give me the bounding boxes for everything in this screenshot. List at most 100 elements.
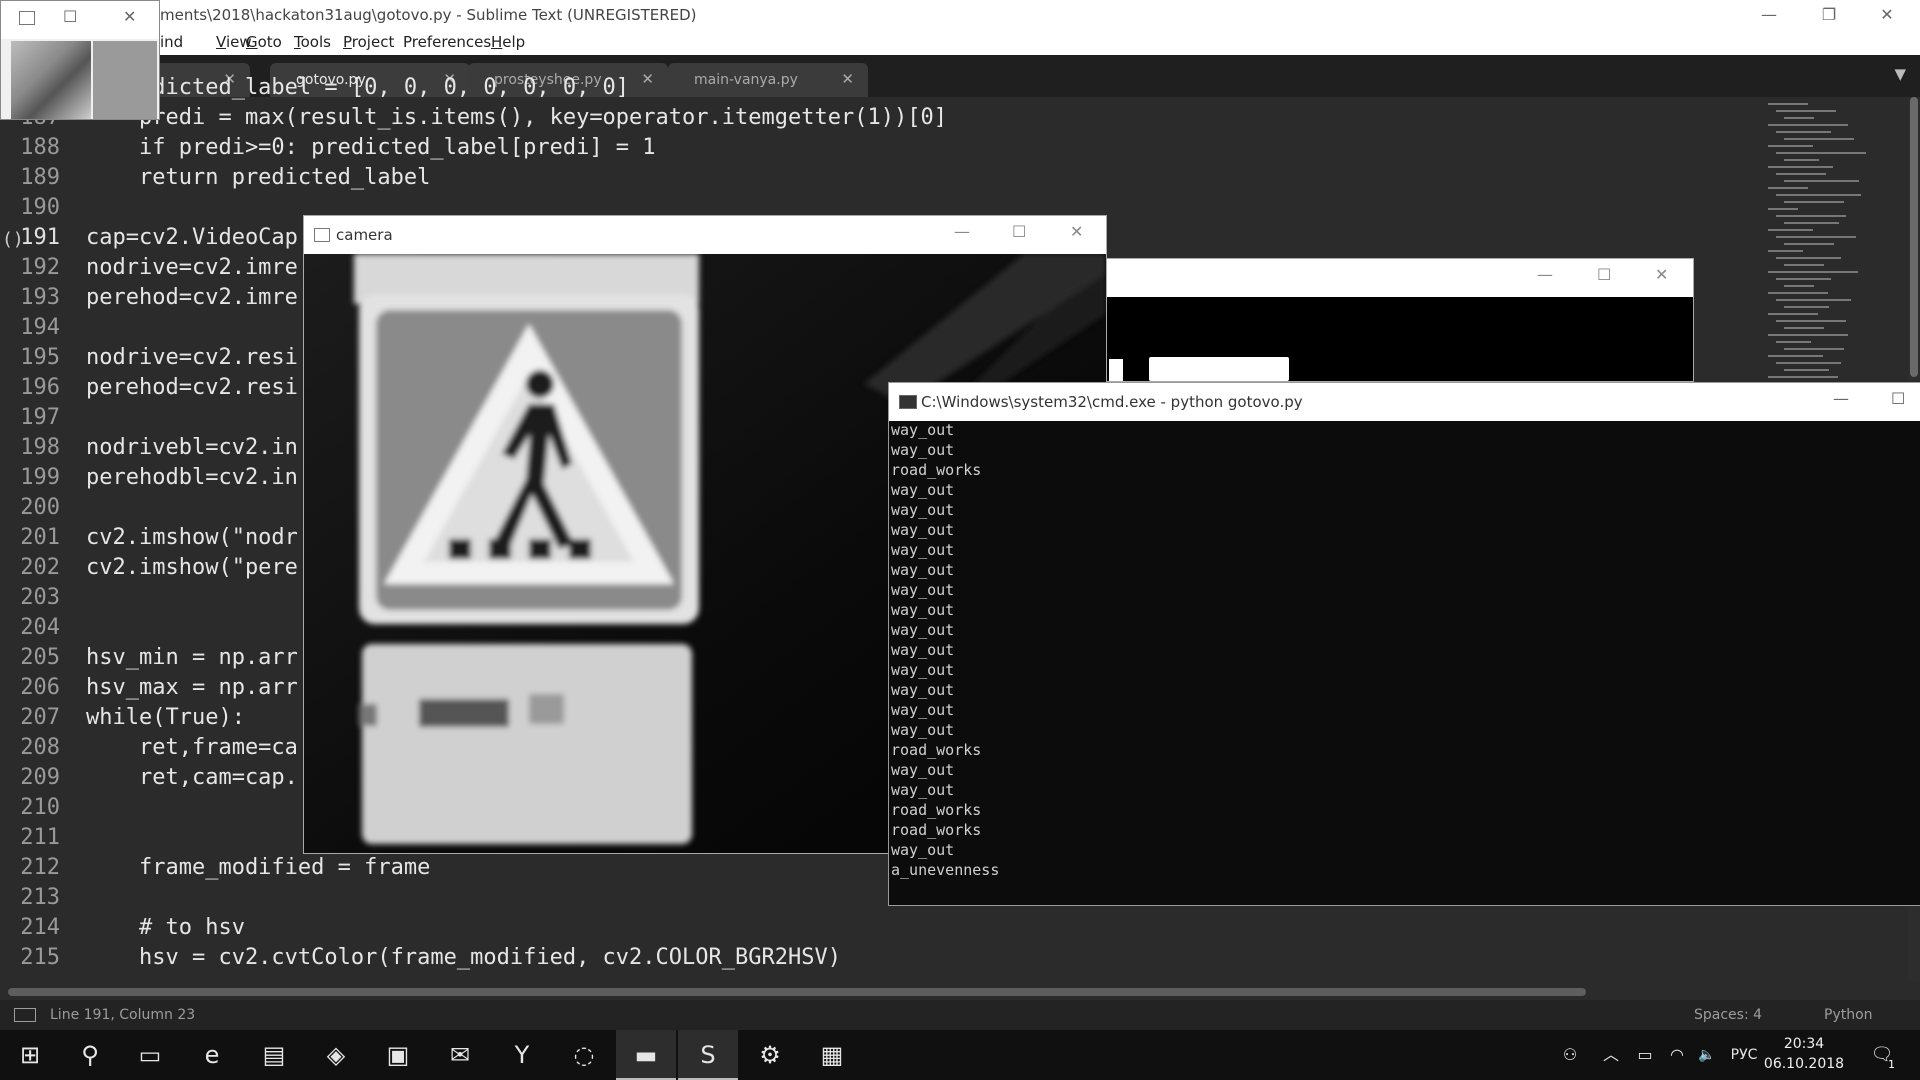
search-icon[interactable]: ⚲ bbox=[60, 1030, 120, 1080]
code-line: predi = max(result_is.items(), key=opera… bbox=[86, 105, 947, 130]
cmd-output-line: way_out bbox=[891, 761, 955, 779]
line-number: 189 bbox=[20, 165, 60, 190]
tray-overflow-icon[interactable]: ︿ bbox=[1596, 1030, 1626, 1080]
minimize-icon[interactable]: — bbox=[954, 222, 970, 241]
close-icon[interactable]: ✕ bbox=[1070, 222, 1083, 241]
cmd-window[interactable]: C:\Windows\system32\cmd.exe - python got… bbox=[888, 382, 1920, 906]
minimize-button[interactable]: — bbox=[1740, 0, 1798, 29]
indentation-setting[interactable]: Spaces: 4 bbox=[1694, 1007, 1762, 1023]
start-icon[interactable]: ⊞ bbox=[0, 1030, 60, 1080]
cmd-output[interactable]: way_out way_out road_works way_out way_out wa… bbox=[891, 421, 1911, 901]
maximize-icon[interactable]: ☐ bbox=[1891, 389, 1905, 408]
minimap-line bbox=[1776, 236, 1856, 238]
line-number: 205 bbox=[20, 645, 60, 670]
line-number: 206 bbox=[20, 675, 60, 700]
maximize-icon[interactable]: ☐ bbox=[1597, 265, 1611, 284]
clock[interactable]: 20:34 06.10.2018 bbox=[1756, 1034, 1852, 1074]
minimap-line bbox=[1776, 110, 1836, 112]
menu-item[interactable]: Help bbox=[491, 33, 525, 51]
notifications-icon[interactable]: 🗨 bbox=[1862, 1030, 1902, 1080]
file-explorer-icon[interactable]: ▤ bbox=[244, 1030, 304, 1080]
cmd-output-line: road_works bbox=[891, 821, 982, 839]
mail-icon[interactable]: ✉ bbox=[430, 1030, 490, 1080]
minimap-line bbox=[1768, 166, 1833, 168]
tab-close-icon[interactable]: ✕ bbox=[841, 70, 854, 88]
media-icon[interactable]: ▦ bbox=[802, 1030, 862, 1080]
cmd-output-line: way_out bbox=[891, 681, 955, 699]
yandex-browser-icon[interactable]: Y bbox=[492, 1030, 552, 1080]
line-number: 213 bbox=[20, 885, 60, 910]
code-line: perehodbl=cv2.in bbox=[86, 465, 298, 490]
wifi-icon[interactable]: ◠ bbox=[1662, 1030, 1692, 1080]
minimize-icon[interactable]: — bbox=[1833, 389, 1849, 408]
line-number: 207 bbox=[20, 705, 60, 730]
maximize-icon[interactable]: ☐ bbox=[63, 7, 77, 26]
minimize-icon[interactable]: — bbox=[1537, 265, 1553, 284]
syntax-setting[interactable]: Python bbox=[1824, 1007, 1873, 1023]
minimap-line bbox=[1768, 124, 1848, 126]
cmd-output-line: way_out bbox=[891, 561, 955, 579]
code-line: nodrive=cv2.resi bbox=[86, 345, 298, 370]
panel-toggle-icon[interactable] bbox=[14, 1008, 36, 1022]
cmd-output-line: way_out bbox=[891, 441, 955, 459]
restore-button[interactable]: ❐ bbox=[1800, 0, 1858, 29]
battery-icon[interactable]: ▭ bbox=[1630, 1030, 1660, 1080]
minimap-line bbox=[1768, 208, 1798, 210]
sublime-icon[interactable]: S bbox=[678, 1030, 738, 1080]
vertical-scroll-thumb[interactable] bbox=[1910, 97, 1918, 377]
minimap-line bbox=[1784, 264, 1824, 266]
code-line: frame_modified = frame bbox=[86, 855, 431, 880]
tab-close-icon[interactable]: ✕ bbox=[641, 70, 654, 88]
minimap-line bbox=[1768, 229, 1813, 231]
people-icon[interactable]: ⚇ bbox=[1548, 1030, 1592, 1080]
app-icon bbox=[19, 11, 35, 25]
thumbnail-mask bbox=[93, 41, 157, 119]
maximize-icon[interactable]: ☐ bbox=[1012, 222, 1026, 241]
cmd-output-line: way_out bbox=[891, 481, 955, 499]
notification-count: 1 bbox=[1888, 1058, 1895, 1071]
horizontal-scrollbar[interactable] bbox=[0, 982, 1920, 1000]
thumbnail-window[interactable]: ☐ ✕ bbox=[0, 0, 160, 120]
task-view-icon[interactable]: ▭ bbox=[120, 1030, 180, 1080]
line-number: 196 bbox=[20, 375, 60, 400]
volume-icon[interactable]: 🔈 bbox=[1692, 1030, 1722, 1080]
code-line-partial: edicted_label = [0, 0, 0, 0, 0, 0, 0] bbox=[86, 75, 630, 100]
store-icon[interactable]: ◈ bbox=[306, 1030, 366, 1080]
close-button[interactable]: ✕ bbox=[1858, 0, 1916, 29]
minimap-line bbox=[1776, 131, 1831, 133]
opencv-window[interactable]: — ☐ ✕ bbox=[1100, 258, 1694, 382]
minimap-line bbox=[1784, 222, 1839, 224]
cmd-output-line: way_out bbox=[891, 421, 955, 439]
cmd-output-line: road_works bbox=[891, 741, 982, 759]
tab[interactable]: main-vanya.py ✕ bbox=[668, 63, 868, 97]
cmd-output-line: way_out bbox=[891, 841, 955, 859]
line-number: 198 bbox=[20, 435, 60, 460]
line-number: 193 bbox=[20, 285, 60, 310]
tab-dropdown-icon[interactable]: ▼ bbox=[1894, 65, 1906, 83]
horizontal-scroll-thumb[interactable] bbox=[8, 988, 1586, 996]
menu-item[interactable]: Goto bbox=[246, 33, 282, 51]
menu-item[interactable]: Project bbox=[343, 33, 394, 51]
code-line: hsv_max = np.arr bbox=[86, 675, 298, 700]
minimap-line bbox=[1784, 285, 1814, 287]
taskbar: ⚇ ︿ ▭ ◠ 🔈 РУС 20:34 06.10.2018 🗨 1 ⊞ ⚲ ▭ e ▤… bbox=[0, 1030, 1920, 1080]
line-number: 197 bbox=[20, 405, 60, 430]
menu-item[interactable]: ind bbox=[160, 33, 183, 51]
obs-icon[interactable]: ◌ bbox=[554, 1030, 614, 1080]
line-number: 204 bbox=[20, 615, 60, 640]
menu-item[interactable]: Preferences bbox=[403, 33, 491, 51]
code-line: hsv_min = np.arr bbox=[86, 645, 298, 670]
menu-item[interactable]: Tools bbox=[294, 33, 331, 51]
cmd-output-line: way_out bbox=[891, 661, 955, 679]
menubar: ind View Goto Tools Project Preferences Help bbox=[0, 29, 1920, 55]
code-line: ret,frame=ca bbox=[86, 735, 298, 760]
edge-icon[interactable]: e bbox=[182, 1030, 242, 1080]
settings-icon[interactable]: ⚙ bbox=[740, 1030, 800, 1080]
line-number: 190 bbox=[20, 195, 60, 220]
app-icon[interactable]: ▣ bbox=[368, 1030, 428, 1080]
cmd-icon[interactable]: ▬ bbox=[616, 1030, 676, 1080]
cmd-output-line: way_out bbox=[891, 601, 955, 619]
close-icon[interactable]: ✕ bbox=[123, 7, 136, 26]
close-icon[interactable]: ✕ bbox=[1655, 265, 1668, 284]
cmd-output-line: way_out bbox=[891, 521, 955, 539]
